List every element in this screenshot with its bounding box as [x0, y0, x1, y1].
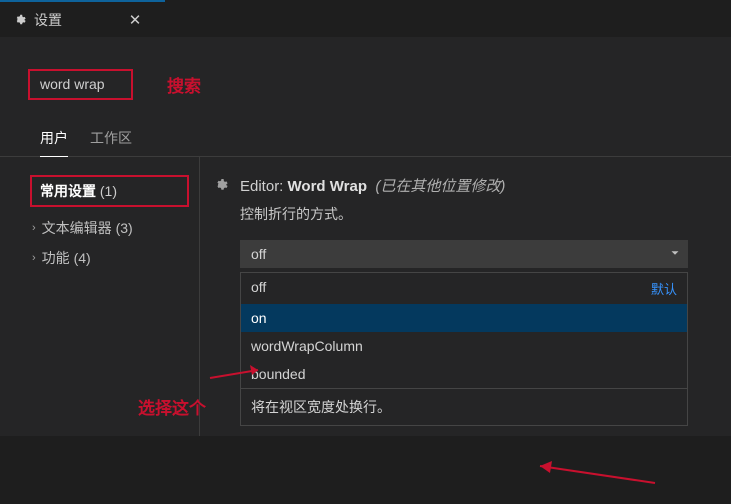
option-bounded[interactable]: bounded	[241, 360, 687, 388]
arrow-icon	[530, 458, 660, 488]
close-icon[interactable]: ✕	[120, 11, 150, 29]
toc-features[interactable]: › 功能 (4)	[30, 243, 189, 273]
titlebar: 设置 ✕	[0, 2, 731, 37]
setting-title: Editor: Word Wrap (已在其他位置修改)	[240, 175, 688, 196]
tab-workspace[interactable]: 工作区	[90, 128, 132, 156]
tab-user[interactable]: 用户	[40, 128, 68, 157]
annotation-search: 搜索	[167, 72, 201, 97]
option-off[interactable]: off 默认	[241, 273, 687, 304]
option-hint: 将在视区宽度处换行。	[241, 388, 687, 425]
chevron-down-icon	[668, 246, 682, 263]
option-on[interactable]: on	[241, 304, 687, 332]
tab-title: 设置	[34, 10, 62, 30]
chevron-right-icon: ›	[32, 252, 36, 264]
word-wrap-dropdown: off 默认 on wordWrapColumn bounded	[240, 272, 688, 426]
toc-common-settings[interactable]: 常用设置 (1)	[32, 177, 125, 205]
setting-description: 控制折行的方式。	[240, 204, 688, 224]
search-input[interactable]: word wrap	[28, 69, 133, 100]
annotation-select: 选择这个	[138, 394, 206, 419]
gear-icon[interactable]	[212, 177, 228, 426]
scope-tabs: 用户 工作区	[0, 110, 731, 157]
option-wordwrapcolumn[interactable]: wordWrapColumn	[241, 332, 687, 360]
settings-icon	[12, 13, 26, 27]
settings-editor: Editor: Word Wrap (已在其他位置修改) 控制折行的方式。 of…	[200, 157, 731, 436]
toc-text-editor[interactable]: › 文本编辑器 (3)	[30, 213, 189, 243]
word-wrap-select[interactable]: off	[240, 240, 688, 268]
chevron-right-icon: ›	[32, 222, 36, 234]
